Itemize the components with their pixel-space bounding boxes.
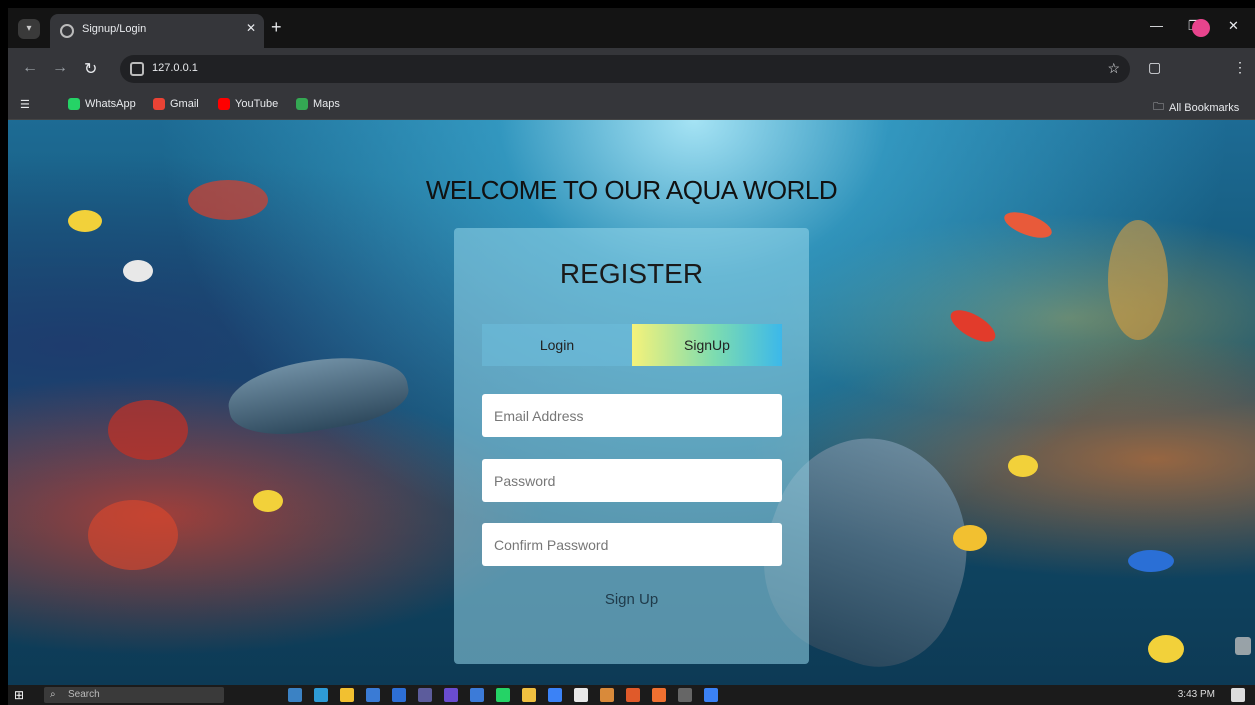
- browser-window: ▾ Signup/Login ✕ + — ❐ ✕ ← → ↻ 127.0.0.1…: [8, 8, 1255, 705]
- forward-icon[interactable]: →: [52, 59, 68, 77]
- all-bookmarks[interactable]: 🗀 All Bookmarks: [1153, 98, 1239, 117]
- app-icon[interactable]: [704, 688, 718, 702]
- card-title: REGISTER: [559, 258, 704, 289]
- address-bar[interactable]: 127.0.0.1 ☆: [120, 55, 1130, 83]
- app-icon[interactable]: [626, 688, 640, 702]
- fish-image: [953, 525, 987, 551]
- tab-signup[interactable]: SignUp: [632, 324, 782, 366]
- whatsapp-icon: [68, 98, 80, 110]
- tab-strip: ▾ Signup/Login ✕ + — ❐ ✕: [8, 8, 1255, 48]
- app-icon[interactable]: [548, 688, 562, 702]
- folder-icon: 🗀: [1153, 101, 1164, 113]
- sign-up-button[interactable]: Sign Up: [454, 591, 809, 608]
- fish-image: [68, 210, 102, 232]
- fish-image: [123, 260, 153, 282]
- globe-icon: [60, 24, 74, 38]
- close-window-icon[interactable]: ✕: [1228, 18, 1239, 34]
- taskbar-clock[interactable]: 3:43 PM: [1178, 689, 1215, 700]
- site-info-icon[interactable]: [130, 62, 144, 76]
- store-icon[interactable]: [392, 688, 406, 702]
- whatsapp-taskbar-icon[interactable]: [496, 688, 510, 702]
- chrome-icon[interactable]: [574, 688, 588, 702]
- youtube-icon: [218, 98, 230, 110]
- windows-start-icon[interactable]: ⊞: [14, 688, 24, 702]
- edge-icon[interactable]: [314, 688, 328, 702]
- bookmark-gmail[interactable]: Gmail: [153, 98, 199, 110]
- notification-icon[interactable]: [1231, 688, 1245, 702]
- browser-toolbar: ← → ↻ 127.0.0.1 ☆ ▢ ⋮: [8, 48, 1255, 90]
- fish-image: [253, 490, 283, 512]
- app-icon[interactable]: [418, 688, 432, 702]
- app-icon[interactable]: [600, 688, 614, 702]
- fish-image: [1128, 550, 1174, 572]
- email-field[interactable]: [482, 394, 782, 437]
- bookmarks-bar: ☰ WhatsApp Gmail YouTube Maps 🗀 All Book…: [8, 90, 1255, 120]
- fish-image: [945, 303, 1001, 349]
- coral-image: [88, 500, 178, 570]
- fish-image: [1148, 635, 1184, 663]
- confirm-password-field[interactable]: [482, 523, 782, 566]
- profile-avatar[interactable]: [1192, 19, 1210, 37]
- fish-image: [1001, 207, 1055, 243]
- taskview-icon[interactable]: [288, 688, 302, 702]
- url-text: 127.0.0.1: [152, 62, 198, 74]
- back-icon[interactable]: ←: [22, 59, 38, 77]
- bookmark-whatsapp[interactable]: WhatsApp: [68, 98, 136, 110]
- app-icon[interactable]: [522, 688, 536, 702]
- taskbar: ⊞ ⌕ Search 3:43 PM: [8, 685, 1255, 705]
- fish-image: [1008, 455, 1038, 477]
- vscode-icon[interactable]: [366, 688, 380, 702]
- tab-title: Signup/Login: [82, 23, 147, 35]
- password-field[interactable]: [482, 459, 782, 502]
- taskbar-search[interactable]: ⌕ Search: [44, 687, 224, 703]
- minimize-icon[interactable]: —: [1150, 18, 1163, 33]
- tab-search-icon[interactable]: ▾: [18, 19, 40, 39]
- app-icon[interactable]: [470, 688, 484, 702]
- app-icon[interactable]: [652, 688, 666, 702]
- auth-tabs: Login SignUp: [482, 324, 782, 366]
- gmail-icon: [153, 98, 165, 110]
- bookmark-youtube[interactable]: YouTube: [218, 98, 278, 110]
- apps-icon[interactable]: ☰: [20, 98, 30, 111]
- tab-login[interactable]: Login: [482, 324, 632, 366]
- maps-icon: [296, 98, 308, 110]
- coral-image: [108, 400, 188, 460]
- search-icon: ⌕: [50, 689, 56, 700]
- close-tab-icon[interactable]: ✕: [246, 21, 256, 35]
- page-widget-icon[interactable]: [1235, 637, 1251, 655]
- bookmark-star-icon[interactable]: ☆: [1107, 60, 1120, 77]
- page-viewport: WELCOME TO OUR AQUA WORLD REGISTER Login…: [8, 120, 1255, 685]
- file-explorer-icon[interactable]: [340, 688, 354, 702]
- app-icon[interactable]: [444, 688, 458, 702]
- coral-image: [1108, 220, 1168, 340]
- welcome-heading: WELCOME TO OUR AQUA WORLD: [425, 175, 838, 205]
- menu-icon[interactable]: ⋮: [1233, 59, 1247, 76]
- dolphin-image: [223, 344, 413, 446]
- new-tab-icon[interactable]: +: [271, 17, 282, 38]
- reload-icon[interactable]: ↻: [84, 59, 97, 79]
- bookmark-maps[interactable]: Maps: [296, 98, 340, 110]
- taskbar-apps: [288, 688, 718, 702]
- active-tab[interactable]: Signup/Login ✕: [50, 14, 264, 48]
- extensions-icon[interactable]: ▢: [1148, 59, 1161, 76]
- register-card: REGISTER Login SignUp Sign Up: [454, 228, 809, 664]
- app-icon[interactable]: [678, 688, 692, 702]
